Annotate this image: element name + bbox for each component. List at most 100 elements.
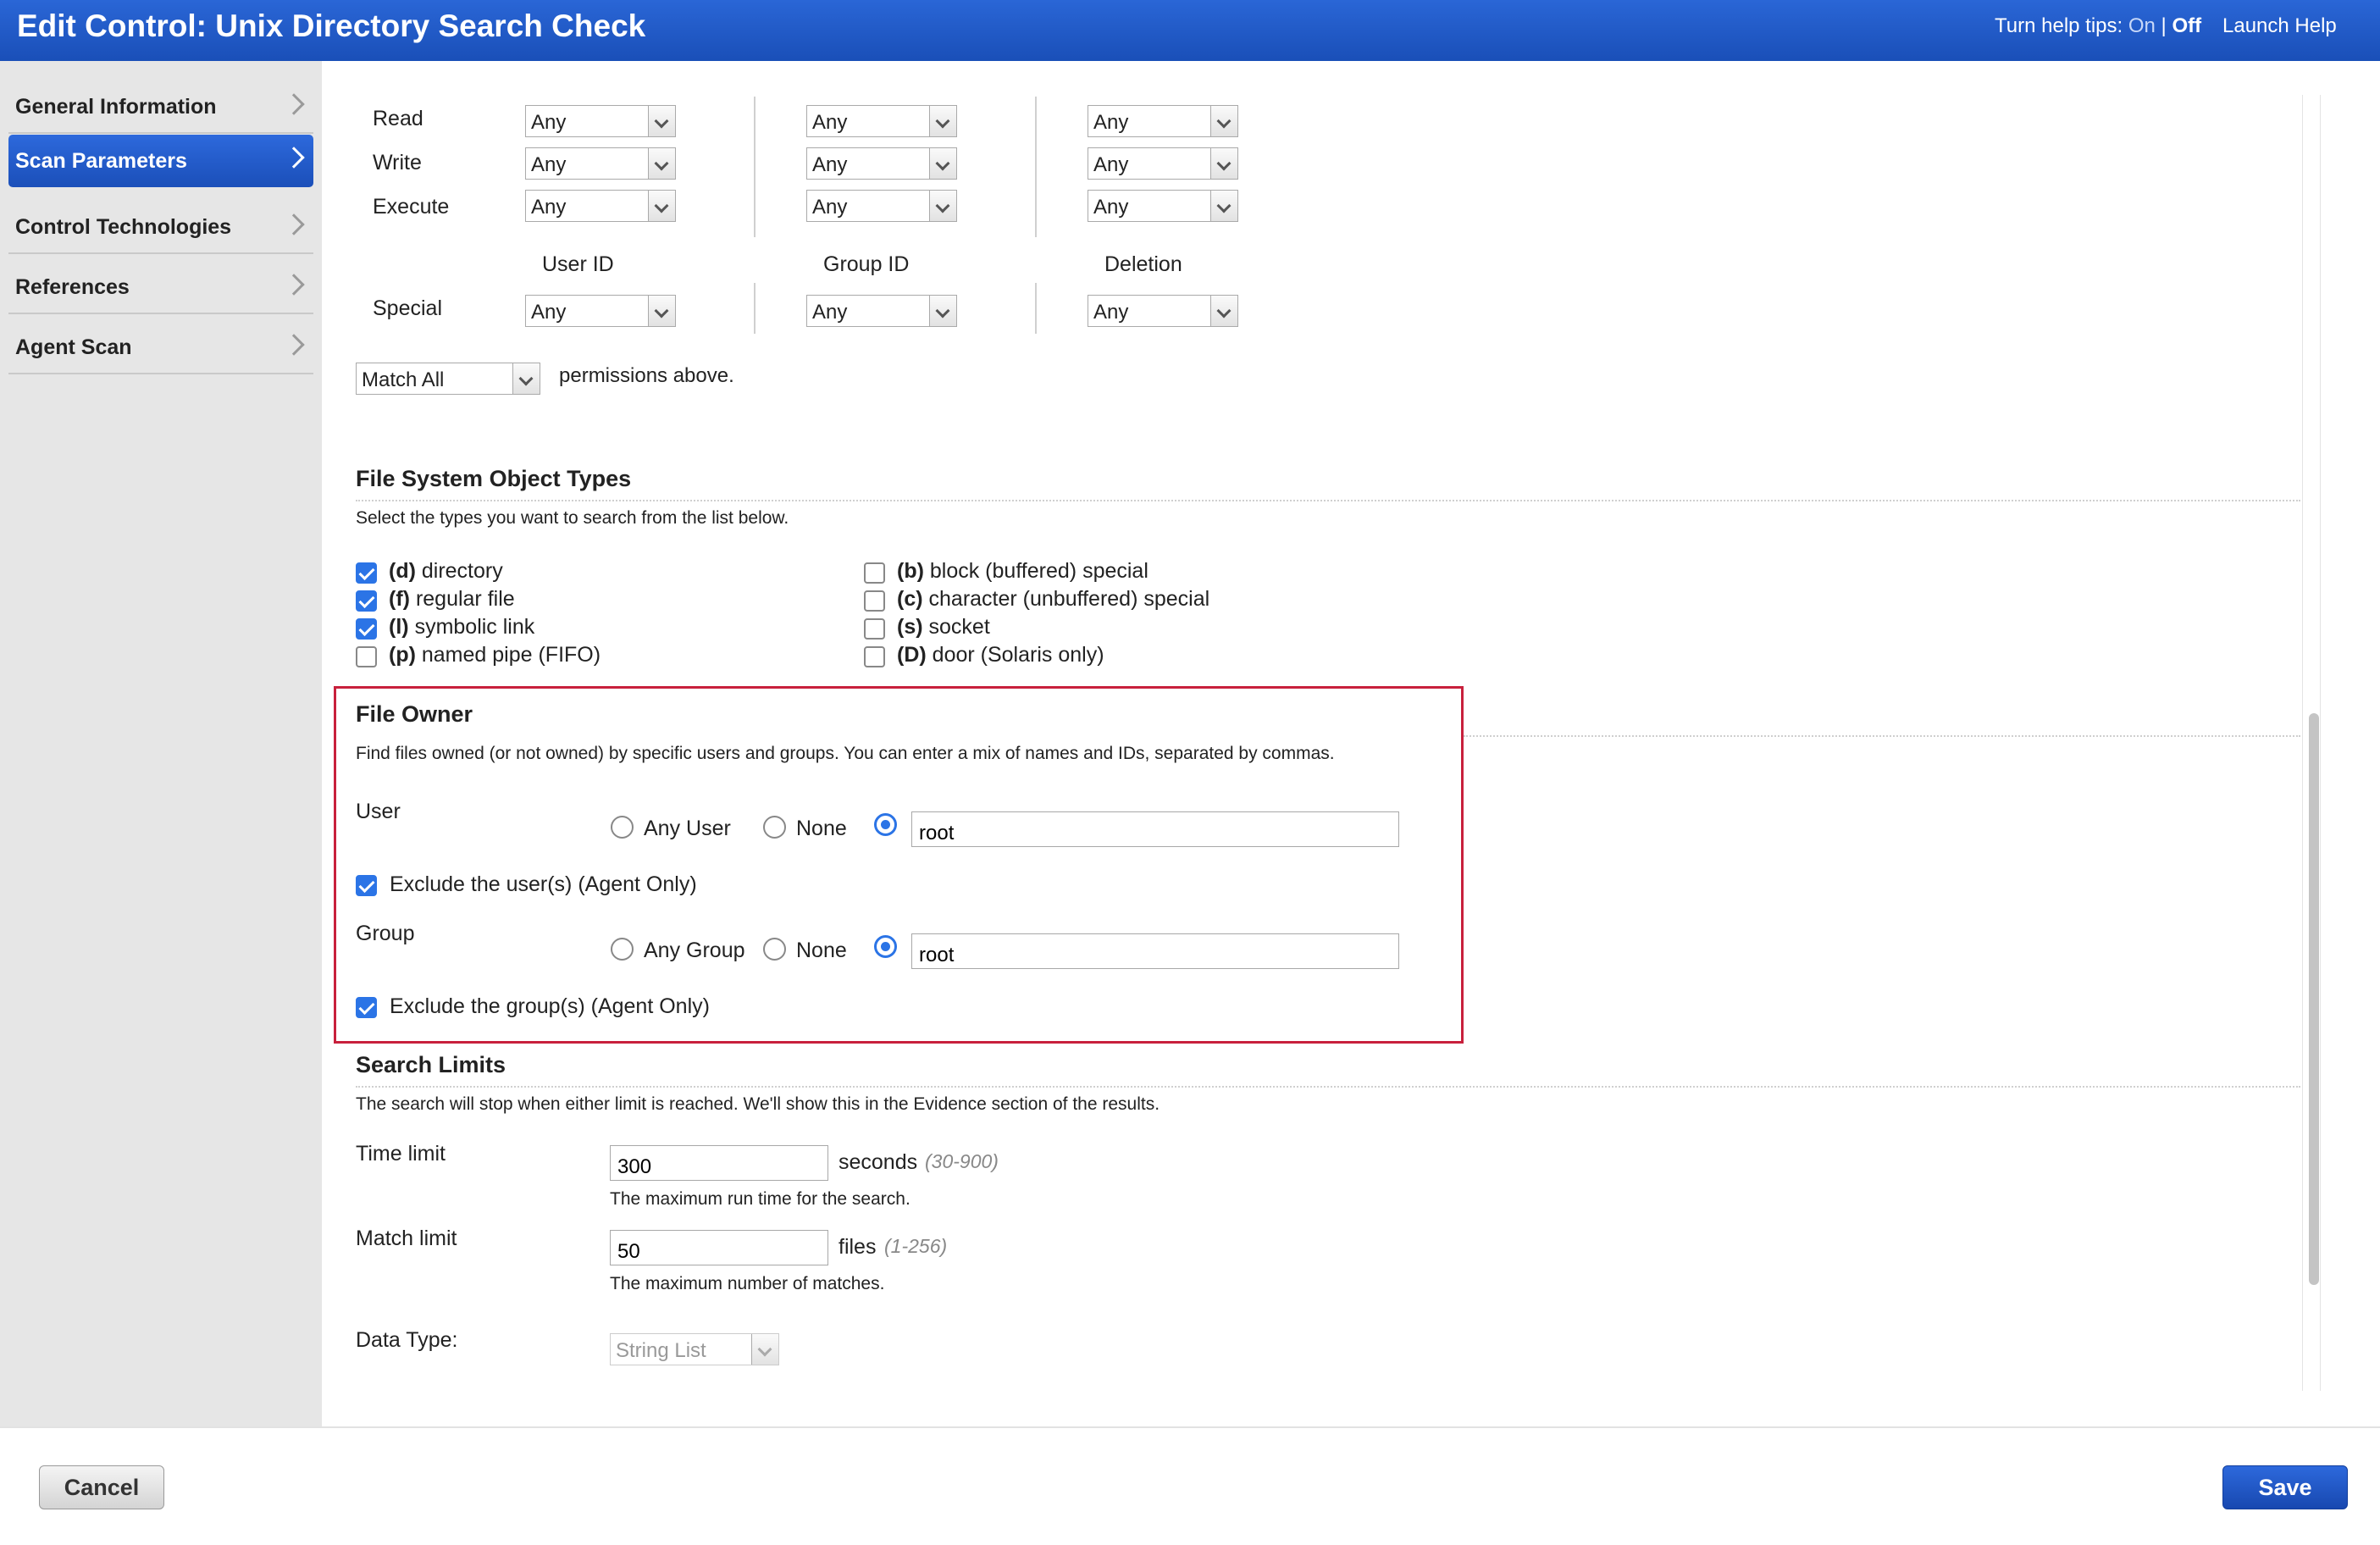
- section-heading-file-owner: File Owner: [356, 701, 473, 727]
- perm-other-read-select[interactable]: Any: [1088, 105, 1238, 137]
- chevron-down-icon: [648, 148, 675, 179]
- object-types-description: Select the types you want to search from…: [356, 508, 789, 528]
- checkbox-door[interactable]: [864, 646, 885, 667]
- time-limit-hint: The maximum run time for the search.: [610, 1189, 910, 1209]
- radio-user-none[interactable]: [763, 816, 786, 839]
- perm-group-write-select[interactable]: Any: [806, 147, 957, 180]
- dialog-title: Edit Control: Unix Directory Search Chec…: [17, 8, 646, 43]
- checkbox-block-special[interactable]: [864, 562, 885, 584]
- match-limit-range: (1-256): [884, 1235, 948, 1257]
- sidebar-item-label: Scan Parameters: [15, 148, 187, 173]
- group-input[interactable]: [911, 933, 1399, 969]
- checkbox-named-pipe[interactable]: [356, 646, 377, 667]
- checkbox-exclude-groups[interactable]: [356, 997, 377, 1018]
- object-type-socket: (s) socket: [897, 615, 990, 640]
- object-type-code: (f): [389, 587, 410, 611]
- help-tips-label: Turn help tips:: [1995, 14, 2123, 37]
- exclude-users-label: Exclude the user(s) (Agent Only): [390, 872, 697, 896]
- select-value: Any: [812, 153, 848, 176]
- checkbox-regular-file[interactable]: [356, 590, 377, 612]
- select-value: Any: [1093, 153, 1129, 176]
- help-tips-toggle: Turn help tips: On | Off: [1995, 14, 2201, 38]
- help-tips-off-link[interactable]: Off: [2172, 14, 2201, 37]
- perm-group-execute-select[interactable]: Any: [806, 190, 957, 222]
- perm-other-write-select[interactable]: Any: [1088, 147, 1238, 180]
- object-type-label: symbolic link: [414, 615, 535, 639]
- chevron-down-icon: [1210, 106, 1237, 136]
- help-tips-on-link[interactable]: On: [2128, 14, 2156, 37]
- user-input[interactable]: [911, 811, 1399, 847]
- radio-any-user[interactable]: [611, 816, 634, 839]
- search-limits-description: The search will stop when either limit i…: [356, 1094, 1160, 1114]
- match-limit-hint: The maximum number of matches.: [610, 1274, 885, 1293]
- chevron-down-icon: [648, 296, 675, 326]
- sidebar-item-control-technologies[interactable]: Control Technologies: [8, 202, 313, 254]
- column-divider: [1035, 283, 1037, 334]
- time-limit-input[interactable]: [610, 1145, 828, 1181]
- chevron-right-icon: [283, 93, 305, 115]
- object-type-code: (s): [897, 615, 923, 639]
- select-value: Match All: [362, 368, 445, 391]
- radio-group-specific[interactable]: [874, 935, 897, 958]
- checkbox-exclude-users[interactable]: [356, 875, 377, 896]
- column-divider: [754, 283, 756, 334]
- object-type-character-special: (c) character (unbuffered) special: [897, 587, 1209, 612]
- cancel-button[interactable]: Cancel: [39, 1465, 164, 1509]
- object-type-code: (d): [389, 559, 416, 583]
- object-type-label: directory: [421, 559, 503, 583]
- scrollbar-thumb[interactable]: [2309, 713, 2319, 1285]
- perm-user-execute-select[interactable]: Any: [525, 190, 676, 222]
- object-type-door: (D) door (Solaris only): [897, 643, 1104, 667]
- footer-bar: [0, 1426, 2380, 1545]
- chevron-right-icon: [283, 213, 305, 235]
- launch-help-link[interactable]: Launch Help: [2222, 14, 2337, 38]
- column-divider: [754, 97, 756, 237]
- checkbox-symbolic-link[interactable]: [356, 618, 377, 640]
- chevron-down-icon: [1210, 296, 1237, 326]
- sidebar-nav: General Information Scan Parameters Cont…: [0, 61, 322, 1426]
- perm-special-user-id-select[interactable]: Any: [525, 295, 676, 327]
- chevron-down-icon: [1210, 191, 1237, 221]
- time-limit-range: (30-900): [925, 1150, 999, 1172]
- select-value: String List: [616, 1339, 706, 1362]
- radio-group-none[interactable]: [763, 938, 786, 961]
- section-divider: [1464, 735, 2300, 737]
- select-value: Any: [531, 111, 567, 134]
- sidebar-item-agent-scan[interactable]: Agent Scan: [8, 322, 313, 374]
- perm-special-group-id-select[interactable]: Any: [806, 295, 957, 327]
- object-type-label: regular file: [415, 587, 515, 611]
- select-value: Any: [812, 111, 848, 134]
- chevron-down-icon: [512, 363, 540, 394]
- sidebar-item-label: References: [15, 274, 130, 299]
- chevron-down-icon: [929, 191, 956, 221]
- object-type-code: (b): [897, 559, 924, 583]
- sidebar-item-general-information[interactable]: General Information: [8, 81, 313, 134]
- help-tips-separator: |: [2161, 14, 2167, 37]
- radio-user-specific[interactable]: [874, 813, 897, 836]
- chevron-down-icon: [929, 106, 956, 136]
- column-divider: [1035, 97, 1037, 237]
- match-limit-input[interactable]: [610, 1230, 828, 1265]
- object-type-block-special: (b) block (buffered) special: [897, 559, 1148, 584]
- radio-any-group[interactable]: [611, 938, 634, 961]
- group-label: Group: [356, 922, 415, 945]
- checkbox-character-special[interactable]: [864, 590, 885, 612]
- perm-user-read-select[interactable]: Any: [525, 105, 676, 137]
- time-limit-label: Time limit: [356, 1142, 446, 1166]
- sidebar-item-references[interactable]: References: [8, 262, 313, 314]
- checkbox-directory[interactable]: [356, 562, 377, 584]
- checkbox-socket[interactable]: [864, 618, 885, 640]
- perm-row-label-read: Read: [373, 107, 423, 130]
- user-label: User: [356, 800, 401, 823]
- select-value: Any: [1093, 111, 1129, 134]
- perm-other-execute-select[interactable]: Any: [1088, 190, 1238, 222]
- object-type-label: block (buffered) special: [929, 559, 1148, 583]
- match-mode-select[interactable]: Match All: [356, 363, 540, 395]
- sidebar-item-scan-parameters[interactable]: Scan Parameters: [8, 135, 313, 187]
- select-value: Any: [1093, 301, 1129, 324]
- save-button[interactable]: Save: [2222, 1465, 2348, 1509]
- perm-special-deletion-select[interactable]: Any: [1088, 295, 1238, 327]
- perm-user-write-select[interactable]: Any: [525, 147, 676, 180]
- section-divider: [356, 500, 2300, 501]
- perm-group-read-select[interactable]: Any: [806, 105, 957, 137]
